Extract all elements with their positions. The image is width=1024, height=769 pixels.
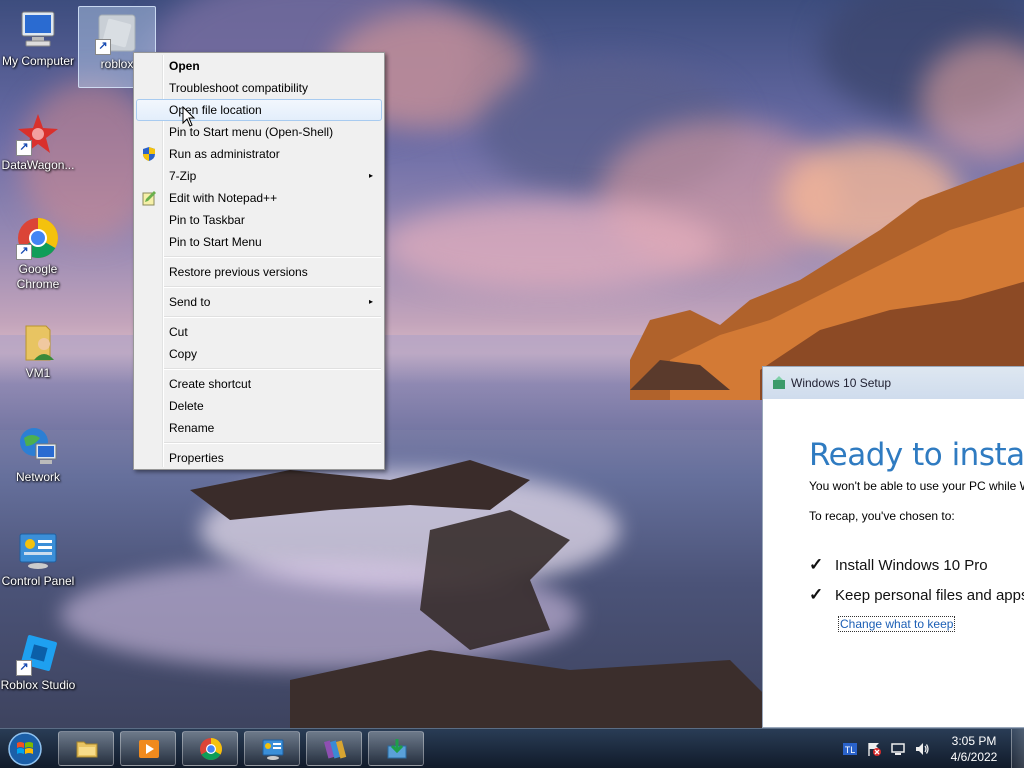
chrome-icon <box>200 738 222 760</box>
setup-icon <box>387 739 407 759</box>
setup-warning-text: You won't be able to use your PC while W <box>809 479 1024 493</box>
checkmark-icon: ✓ <box>809 585 824 604</box>
system-clock[interactable]: 3:05 PM 4/6/2022 <box>942 733 1006 765</box>
desktop-icon-roblox-studio[interactable]: ↗ Roblox Studio <box>0 628 76 708</box>
uac-shield-icon <box>143 147 155 161</box>
taskbar-control-panel[interactable] <box>244 731 300 766</box>
menu-item-pin-to-start-menu[interactable]: Pin to Start Menu <box>136 231 382 253</box>
menu-item-troubleshoot-compatibility[interactable]: Troubleshoot compatibility <box>136 77 382 99</box>
volume-icon[interactable] <box>914 741 930 757</box>
menu-item-pin-to-taskbar[interactable]: Pin to Taskbar <box>136 209 382 231</box>
control-panel-icon <box>16 528 60 572</box>
menu-item-7zip[interactable]: 7-Zip ▸ <box>136 165 382 187</box>
show-desktop-button[interactable] <box>1011 729 1024 769</box>
taskbar-chrome[interactable] <box>182 731 238 766</box>
menu-item-rename[interactable]: Rename <box>136 417 382 439</box>
menu-separator <box>164 286 381 288</box>
menu-item-edit-with-notepadpp[interactable]: Edit with Notepad++ <box>136 187 382 209</box>
context-menu: Open Troubleshoot compatibility Open fil… <box>133 52 385 470</box>
start-button[interactable] <box>5 730 45 767</box>
change-what-to-keep-link[interactable]: Change what to keep <box>838 616 956 632</box>
menu-item-restore-previous-versions[interactable]: Restore previous versions <box>136 261 382 283</box>
menu-item-send-to[interactable]: Send to ▸ <box>136 291 382 313</box>
desktop-icon-label: My Computer <box>1 54 75 68</box>
menu-item-copy[interactable]: Copy <box>136 343 382 365</box>
roblox-studio-icon: ↗ <box>16 632 60 676</box>
menu-item-open-file-location[interactable]: Open file location <box>136 99 382 121</box>
desktop-icon-label: Roblox Studio <box>0 678 76 692</box>
setup-heading: Ready to install <box>809 437 1024 473</box>
desktop-icon-my-computer[interactable]: My Computer <box>0 4 76 84</box>
shortcut-arrow-icon: ↗ <box>16 140 32 156</box>
menu-item-open[interactable]: Open <box>136 55 382 77</box>
file-explorer-icon <box>76 741 98 758</box>
winrar-icon <box>324 740 347 759</box>
menu-item-label: 7-Zip <box>169 169 197 183</box>
computer-icon <box>16 8 60 52</box>
desktop-icon-network[interactable]: Network <box>0 420 76 500</box>
clock-date: 4/6/2022 <box>950 750 998 764</box>
chrome-icon: ↗ <box>16 216 60 260</box>
desktop-icon-label: Network <box>15 470 60 484</box>
menu-item-delete[interactable]: Delete <box>136 395 382 417</box>
desktop-icon-vm1[interactable]: VM1 <box>0 316 76 396</box>
taskbar-media-player[interactable] <box>120 731 176 766</box>
menu-item-properties[interactable]: Properties <box>136 447 382 469</box>
menu-item-label: Run as administrator <box>169 147 280 161</box>
window-title-bar[interactable]: Windows 10 Setup <box>763 367 1024 399</box>
window-title: Windows 10 Setup <box>791 376 892 390</box>
taskbar-windows-setup[interactable] <box>368 731 424 766</box>
menu-item-label: Send to <box>169 295 211 309</box>
menu-item-run-as-administrator[interactable]: Run as administrator <box>136 143 382 165</box>
submenu-arrow-icon: ▸ <box>368 171 373 180</box>
network-icon <box>16 424 60 468</box>
setup-choice-install: ✓ Install Windows 10 Pro <box>809 555 988 575</box>
media-player-icon <box>139 740 159 758</box>
shortcut-arrow-icon: ↗ <box>16 660 32 676</box>
language-bar-icon[interactable]: TL <box>842 741 858 757</box>
menu-item-label: Edit with Notepad++ <box>169 191 278 205</box>
menu-separator <box>164 442 381 444</box>
setup-recap-text: To recap, you've chosen to: <box>809 509 955 523</box>
clock-time: 3:05 PM <box>951 734 997 748</box>
setup-choice-label: Install Windows 10 Pro <box>835 557 988 574</box>
taskbar-file-explorer[interactable] <box>58 731 114 766</box>
shortcut-arrow-icon: ↗ <box>16 244 32 260</box>
desktop-icon-google-chrome[interactable]: ↗ Google Chrome <box>0 212 76 304</box>
setup-choice-keep: ✓ Keep personal files and apps <box>809 585 1024 605</box>
setup-choice-label: Keep personal files and apps <box>835 587 1024 604</box>
desktop-icon-label: VM1 <box>25 366 51 380</box>
action-center-flag-icon[interactable] <box>866 741 882 757</box>
menu-item-cut[interactable]: Cut <box>136 321 382 343</box>
roblox-icon: ↗ <box>95 11 139 55</box>
windows-setup-window[interactable]: Windows 10 Setup Ready to install You wo… <box>762 366 1024 728</box>
desktop-icon-control-panel[interactable]: Control Panel <box>0 524 76 604</box>
menu-separator <box>164 256 381 258</box>
notepadpp-icon <box>142 191 156 206</box>
menu-separator <box>164 316 381 318</box>
datawagon-icon: ↗ <box>16 112 60 156</box>
menu-item-create-shortcut[interactable]: Create shortcut <box>136 373 382 395</box>
svg-text:TL: TL <box>845 745 856 755</box>
menu-item-pin-to-start-open-shell[interactable]: Pin to Start menu (Open-Shell) <box>136 121 382 143</box>
setup-icon <box>773 376 785 389</box>
control-panel-icon <box>262 739 284 760</box>
user-folder-icon <box>16 320 60 364</box>
shortcut-arrow-icon: ↗ <box>95 39 111 55</box>
taskbar: TL 3:05 PM 4/6/2022 <box>0 728 1024 769</box>
network-status-icon[interactable] <box>890 741 906 757</box>
desktop-icon-datawagon[interactable]: ↗ DataWagon... <box>0 108 76 188</box>
submenu-arrow-icon: ▸ <box>368 297 373 306</box>
menu-separator <box>164 368 381 370</box>
desktop-icon-label: DataWagon... <box>1 158 75 172</box>
mouse-cursor-icon <box>182 106 196 127</box>
checkmark-icon: ✓ <box>809 555 824 574</box>
desktop-icon-label: Control Panel <box>1 574 75 588</box>
taskbar-winrar[interactable] <box>306 731 362 766</box>
desktop-icon-label: Google Chrome <box>16 262 60 291</box>
